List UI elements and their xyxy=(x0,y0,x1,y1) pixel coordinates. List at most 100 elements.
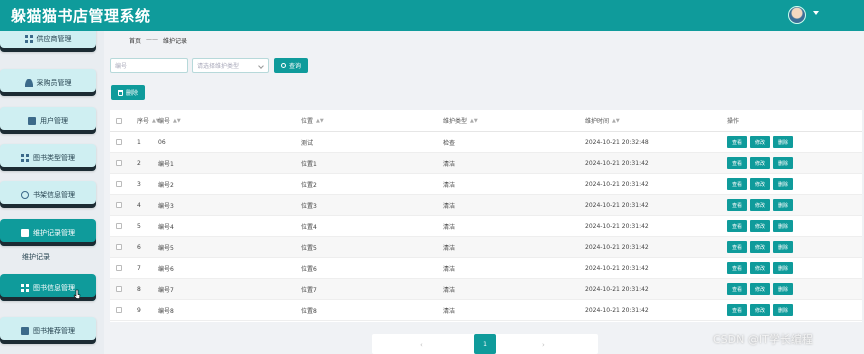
breadcrumb-home[interactable]: 首页 xyxy=(129,36,141,45)
delete-button[interactable]: 删除 xyxy=(773,220,793,232)
sidebar-item-book-info[interactable]: 图书信息管理 xyxy=(0,274,96,301)
column-header-time[interactable]: 维护时间 ▲▼ xyxy=(585,110,620,131)
column-header-type[interactable]: 维护类型 ▲▼ xyxy=(443,110,478,131)
cell-seq: 2 xyxy=(137,159,141,167)
cell-time: 2024-10-21 20:31:42 xyxy=(585,201,649,209)
delete-button[interactable]: 删除 xyxy=(773,199,793,211)
view-button[interactable]: 查看 xyxy=(727,283,747,295)
search-button[interactable]: 查询 xyxy=(274,58,308,73)
chevron-down-icon[interactable] xyxy=(813,11,819,15)
edit-button[interactable]: 修改 xyxy=(750,220,770,232)
sidebar-item-label: 图书信息管理 xyxy=(33,283,75,292)
maintenance-type-select[interactable]: 请选择维护类型 xyxy=(192,58,269,73)
cell-location: 位置6 xyxy=(301,265,317,273)
sidebar-item-label: 维护记录管理 xyxy=(33,228,75,237)
delete-button[interactable]: 删除 xyxy=(773,241,793,253)
row-actions: 查看 修改 删除 xyxy=(727,174,796,194)
row-checkbox[interactable] xyxy=(116,244,122,250)
sidebar-item-shelves[interactable]: 书架信息管理 xyxy=(0,181,96,208)
row-checkbox[interactable] xyxy=(116,307,122,313)
sidebar-item-purchaser[interactable]: 采购员管理 xyxy=(0,69,96,96)
cell-time: 2024-10-21 20:31:42 xyxy=(585,180,649,188)
cell-seq: 4 xyxy=(137,201,141,209)
row-checkbox[interactable] xyxy=(116,181,122,187)
view-button[interactable]: 查看 xyxy=(727,241,747,253)
sidebar-subitem-maintenance-records[interactable]: 维护记录 xyxy=(22,252,50,262)
sidebar-item-label: 用户管理 xyxy=(40,116,68,125)
cell-location: 位置5 xyxy=(301,244,317,252)
sidebar-item-label: 图书类型管理 xyxy=(33,153,75,162)
row-checkbox[interactable] xyxy=(116,265,122,271)
edit-button[interactable]: 修改 xyxy=(750,241,770,253)
cell-location: 位置7 xyxy=(301,286,317,294)
avatar[interactable] xyxy=(788,6,806,24)
edit-button[interactable]: 修改 xyxy=(750,304,770,316)
grid-icon xyxy=(21,153,29,162)
cell-time: 2024-10-21 20:31:42 xyxy=(585,285,649,293)
view-button[interactable]: 查看 xyxy=(727,304,747,316)
column-header-location[interactable]: 位置 ▲▼ xyxy=(301,110,324,131)
cell-type: 清洁 xyxy=(443,265,456,273)
next-page-button[interactable]: › xyxy=(542,341,545,349)
prev-page-button[interactable]: ‹ xyxy=(420,341,423,349)
edit-button[interactable]: 修改 xyxy=(750,136,770,148)
view-button[interactable]: 查看 xyxy=(727,220,747,232)
delete-button[interactable]: 删除 xyxy=(773,262,793,274)
sidebar-item-maintenance[interactable]: 维护记录管理 xyxy=(0,219,96,246)
row-actions: 查看 修改 删除 xyxy=(727,258,796,278)
delete-button[interactable]: 删除 xyxy=(773,136,793,148)
delete-button[interactable]: 删除 xyxy=(773,283,793,295)
cell-time: 2024-10-21 20:31:42 xyxy=(585,264,649,272)
cell-code: 编号8 xyxy=(158,307,174,315)
edit-button[interactable]: 修改 xyxy=(750,157,770,169)
column-header-code[interactable]: 编号 ▲▼ xyxy=(158,110,181,131)
sidebar-item-users[interactable]: 用户管理 xyxy=(0,107,96,134)
number-search-input[interactable]: 编号 xyxy=(110,58,188,73)
view-button[interactable]: 查看 xyxy=(727,136,747,148)
edit-button[interactable]: 修改 xyxy=(750,283,770,295)
table-header: 序号 ▲▼ 编号 ▲▼ 位置 ▲▼ 维护类型 ▲▼ 维护时间 ▲▼ 操作 xyxy=(110,110,862,132)
edit-button[interactable]: 修改 xyxy=(750,199,770,211)
chevron-down-icon xyxy=(258,63,264,69)
row-checkbox[interactable] xyxy=(116,139,122,145)
cell-seq: 9 xyxy=(137,306,141,314)
cell-seq: 6 xyxy=(137,243,141,251)
view-button[interactable]: 查看 xyxy=(727,199,747,211)
sidebar-item-label: 采购员管理 xyxy=(36,78,72,87)
delete-button[interactable]: 删除 xyxy=(773,178,793,190)
edit-button[interactable]: 修改 xyxy=(750,178,770,190)
cell-seq: 1 xyxy=(137,138,141,146)
cell-seq: 7 xyxy=(137,264,141,272)
view-button[interactable]: 查看 xyxy=(727,178,747,190)
cell-location: 位置3 xyxy=(301,202,317,210)
table-row: 1 06 测试 检查 2024-10-21 20:32:48 查看 修改 删除 xyxy=(110,132,862,153)
row-checkbox[interactable] xyxy=(116,202,122,208)
edit-button[interactable]: 修改 xyxy=(750,262,770,274)
app-title: 躲猫猫书店管理系统 xyxy=(11,7,151,25)
view-button[interactable]: 查看 xyxy=(727,157,747,169)
delete-button[interactable]: 删除 xyxy=(773,157,793,169)
sidebar-item-supplier[interactable]: 供应商管理 xyxy=(0,31,96,52)
select-all-checkbox[interactable] xyxy=(116,117,122,124)
sidebar: 供应商管理 采购员管理 用户管理 图书类型管理 书架信息管理 维护记录管理 维护… xyxy=(0,31,104,354)
cell-seq: 8 xyxy=(137,285,141,293)
cell-time: 2024-10-21 20:31:42 xyxy=(585,306,649,314)
row-checkbox[interactable] xyxy=(116,286,122,292)
search-icon xyxy=(280,63,286,68)
user-icon xyxy=(24,78,33,87)
cell-type: 检查 xyxy=(443,139,456,147)
row-checkbox[interactable] xyxy=(116,160,122,166)
page-1-button[interactable]: 1 xyxy=(474,334,496,354)
sidebar-item-recommend[interactable]: 图书推荐管理 xyxy=(0,317,96,344)
sidebar-item-label: 图书推荐管理 xyxy=(33,326,75,335)
column-header-actions: 操作 xyxy=(727,118,740,125)
batch-delete-button[interactable]: 删除 xyxy=(111,85,145,100)
sidebar-item-book-types[interactable]: 图书类型管理 xyxy=(0,144,96,171)
row-checkbox[interactable] xyxy=(116,223,122,229)
view-button[interactable]: 查看 xyxy=(727,262,747,274)
cell-code: 06 xyxy=(158,138,166,146)
cell-time: 2024-10-21 20:32:48 xyxy=(585,138,649,146)
row-actions: 查看 修改 删除 xyxy=(727,237,796,257)
delete-button[interactable]: 删除 xyxy=(773,304,793,316)
row-actions: 查看 修改 删除 xyxy=(727,153,796,173)
